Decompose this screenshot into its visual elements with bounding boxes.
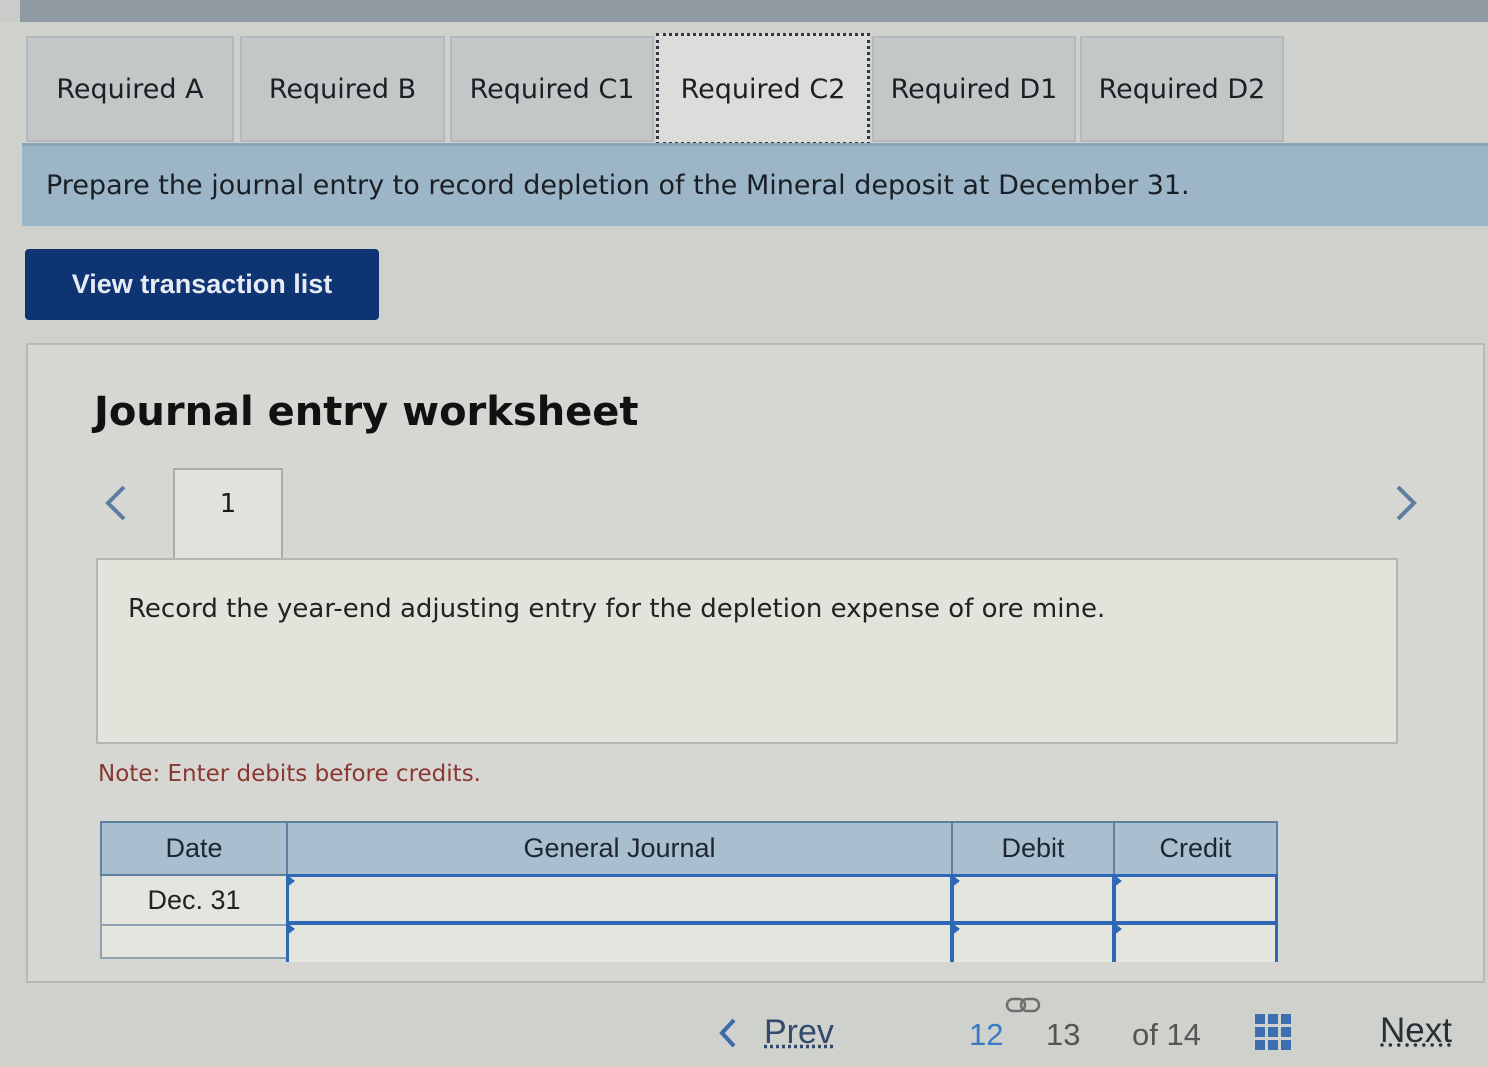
general-journal-header: General Journal: [286, 821, 953, 876]
page-13-link[interactable]: 13: [1046, 1017, 1080, 1053]
cell-marker-icon: [1113, 874, 1122, 888]
tab-required-d2[interactable]: Required D2: [1080, 36, 1284, 142]
journal-entry-worksheet: Journal entry worksheet 1 Record the yea…: [26, 343, 1485, 983]
cell-marker-icon: [1113, 922, 1122, 936]
pagination-bar: Prev 12 13 of 14 Next: [0, 985, 1488, 1067]
banner-text: Prepare the journal entry to record depl…: [46, 170, 1190, 201]
entry-instruction-text: Record the year-end adjusting entry for …: [128, 594, 1106, 624]
cell-marker-icon: [286, 922, 295, 936]
instruction-banner: Prepare the journal entry to record depl…: [22, 143, 1488, 226]
link-icon: [1005, 997, 1041, 1013]
page-count: of 14: [1132, 1017, 1201, 1052]
worksheet-step-tab[interactable]: 1: [173, 468, 283, 560]
prev-button[interactable]: Prev: [718, 1013, 834, 1052]
date-header: Date: [100, 821, 288, 876]
debit-input[interactable]: [951, 874, 1115, 924]
tab-required-a[interactable]: Required A: [26, 36, 234, 142]
debit-credit-note: Note: Enter debits before credits.: [98, 761, 481, 787]
top-bar: [0, 0, 1488, 22]
tab-required-c1[interactable]: Required C1: [450, 36, 654, 142]
prev-label: Prev: [764, 1013, 834, 1051]
tab-required-b[interactable]: Required B: [240, 36, 445, 142]
credit-input[interactable]: [1113, 922, 1278, 962]
entry-instruction-box: Record the year-end adjusting entry for …: [96, 558, 1398, 744]
chevron-left-icon[interactable]: [100, 483, 132, 523]
next-button[interactable]: Next: [1380, 1011, 1452, 1051]
worksheet-title: Journal entry worksheet: [94, 389, 639, 435]
debit-input[interactable]: [951, 922, 1115, 962]
account-input[interactable]: [286, 922, 953, 962]
view-transaction-list-button[interactable]: View transaction list: [25, 249, 379, 320]
cell-marker-icon: [951, 874, 960, 888]
table-row-date-cell: [100, 926, 288, 959]
journal-table: Date General Journal Debit Credit Dec. 3…: [100, 821, 1278, 962]
tab-required-d1[interactable]: Required D1: [872, 36, 1076, 142]
grid-icon[interactable]: [1254, 1013, 1292, 1051]
credit-header: Credit: [1113, 821, 1278, 876]
cell-marker-icon: [951, 922, 960, 936]
debit-header: Debit: [951, 821, 1115, 876]
top-bar-edge: [0, 0, 20, 22]
credit-input[interactable]: [1113, 874, 1278, 924]
chevron-left-icon: [719, 1018, 736, 1047]
tab-required-c2[interactable]: Required C2: [656, 33, 870, 145]
chevron-right-icon[interactable]: [1390, 483, 1422, 523]
cell-marker-icon: [286, 874, 295, 888]
account-input[interactable]: [286, 874, 953, 924]
page-12-link[interactable]: 12: [969, 1017, 1003, 1053]
table-row-date-cell: Dec. 31: [100, 876, 288, 926]
